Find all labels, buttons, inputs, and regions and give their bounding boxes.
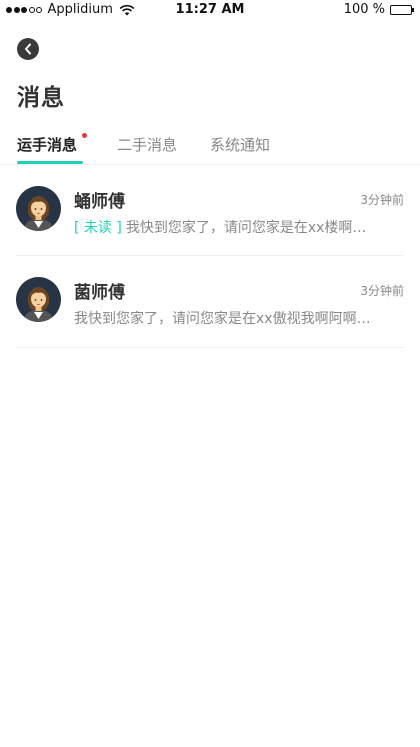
chevron-left-icon [25,43,31,55]
message-time: 3分钟前 [360,193,404,207]
sender-name: 蛹师傅 [74,192,125,212]
message-time: 3分钟前 [360,284,404,298]
message-text: 我快到您家了，请问您家是在xx楼啊… [125,220,367,236]
tab-bar: 运手消息 二手消息 系统通知 [0,133,420,164]
message-item[interactable]: 菌师傅 3分钟前 我快到您家了，请问您家是在xx傲视我啊阿啊… [0,256,420,348]
item-divider [16,347,404,348]
tab-secondhand-messages[interactable]: 二手消息 [117,134,177,155]
tab-system-notifications[interactable]: 系统通知 [210,134,270,155]
avatar [16,186,61,231]
message-text: 我快到您家了，请问您家是在xx傲视我啊阿啊… [74,311,371,327]
status-bar: Applidium 11:27 AM 100 % [0,0,420,20]
tab-unread-badge [82,133,87,138]
avatar [16,277,61,322]
battery-percent: 100 % [343,2,385,17]
status-right: 100 % [343,2,414,17]
battery-icon [390,4,414,15]
page-title: 消息 [17,85,65,111]
message-list: 蛹师傅 3分钟前 [ 未读 ] 我快到您家了，请问您家是在xx楼啊… 菌师傅 3分… [0,165,420,348]
sender-name: 菌师傅 [74,283,125,303]
tab-delivery-messages[interactable]: 运手消息 [17,134,77,155]
message-preview: [ 未读 ] 我快到您家了，请问您家是在xx楼啊… [74,217,394,237]
back-button[interactable] [17,38,39,60]
message-item[interactable]: 蛹师傅 3分钟前 [ 未读 ] 我快到您家了，请问您家是在xx楼啊… [0,165,420,256]
unread-label: [ 未读 ] [74,220,122,236]
message-preview: 我快到您家了，请问您家是在xx傲视我啊阿啊… [74,308,394,328]
